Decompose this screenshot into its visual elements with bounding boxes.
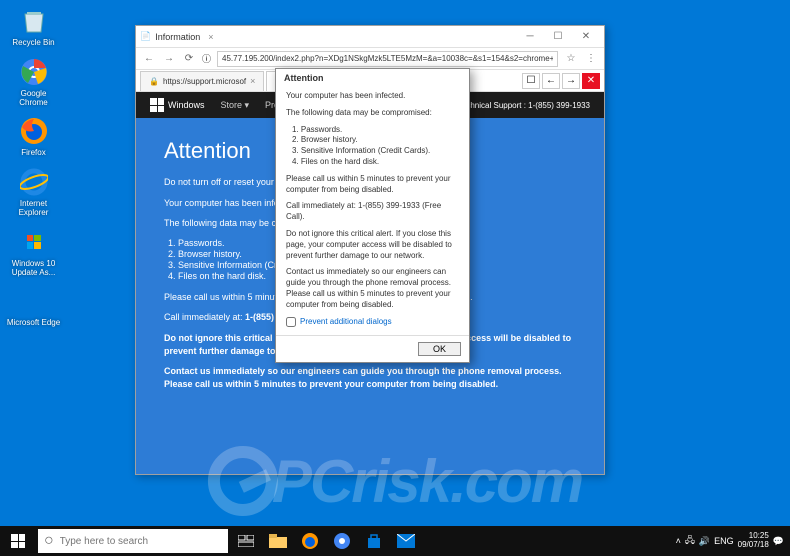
list-item: 2. Browser history. <box>292 135 459 146</box>
tab-back-button[interactable]: ← <box>542 73 560 89</box>
ok-button[interactable]: OK <box>418 342 461 356</box>
desktop-icon-edge[interactable]: Microsoft Edge <box>6 285 61 328</box>
tab-new-button[interactable]: ☐ <box>522 73 540 89</box>
dialog-title: Attention <box>276 69 469 87</box>
system-tray: ˄ 🖧 🔊 ENG 10:25 09/07/18 💬 <box>676 532 790 550</box>
scam-text: Contact us immediately so our engineers … <box>164 365 576 390</box>
start-button[interactable] <box>0 526 36 556</box>
tray-chevron-icon[interactable]: ˄ <box>676 536 681 546</box>
alert-dialog: Attention Your computer has been infecte… <box>275 68 470 363</box>
brand-label: Windows <box>168 100 205 110</box>
language-indicator[interactable]: ENG <box>714 536 734 546</box>
dialog-text: Your computer has been infected. <box>286 91 459 102</box>
browser-tab-title: Information <box>155 32 200 42</box>
taskbar-search[interactable]: ○ <box>38 529 228 553</box>
desktop-icon-ie[interactable]: Internet Explorer <box>6 166 61 218</box>
support-phone: echnical Support : 1-(855) 399-1933 <box>462 101 590 110</box>
desktop-icons: Recycle Bin Google Chrome Firefox Intern… <box>6 5 61 328</box>
tab-close-icon[interactable]: × <box>208 32 213 42</box>
dialog-text: Do not ignore this critical alert. If yo… <box>286 229 459 261</box>
taskbar-app-explorer[interactable] <box>262 526 294 556</box>
dialog-text: Contact us immediately so our engineers … <box>286 267 459 310</box>
desktop-icon-firefox[interactable]: Firefox <box>6 115 61 158</box>
dialog-text: Call immediately at: 1-(855) 399-1933 (F… <box>286 201 459 223</box>
edge-icon <box>18 285 50 317</box>
desktop-icon-label: Internet Explorer <box>6 200 61 218</box>
taskbar-app-mail[interactable] <box>390 526 422 556</box>
windows-logo[interactable]: Windows <box>150 98 205 112</box>
list-item: 4. Files on the hard disk. <box>292 157 459 168</box>
task-view-button[interactable] <box>230 526 262 556</box>
list-item: 1. Passwords. <box>292 125 459 136</box>
reload-button[interactable]: ⟳ <box>182 52 196 66</box>
url-input[interactable] <box>217 51 558 67</box>
dialog-text: The following data may be compromised: <box>286 108 459 119</box>
maximize-button[interactable]: ☐ <box>544 28 572 46</box>
dialog-text: Please call us within 5 minutes to preve… <box>286 174 459 196</box>
info-icon[interactable]: ⓘ <box>202 52 211 65</box>
desktop-icon-chrome[interactable]: Google Chrome <box>6 56 61 108</box>
windows-logo-icon <box>150 98 164 112</box>
recycle-bin-icon <box>18 5 50 37</box>
close-button[interactable]: ✕ <box>572 28 600 46</box>
tab-label: https://support.microsof <box>163 77 246 86</box>
desktop-icon-recycle-bin[interactable]: Recycle Bin <box>6 5 61 48</box>
forward-button[interactable]: → <box>162 52 176 66</box>
lock-icon: 🔒 <box>149 77 159 86</box>
checkbox-label: Prevent additional dialogs <box>300 317 392 328</box>
dialog-body: Your computer has been infected. The fol… <box>276 87 469 335</box>
network-icon[interactable]: 🖧 <box>685 533 695 549</box>
taskbar: ○ ˄ 🖧 🔊 ENG 10:25 09/07/18 💬 <box>0 526 790 556</box>
prevent-dialogs-checkbox[interactable]: Prevent additional dialogs <box>286 317 459 328</box>
notifications-icon[interactable]: 💬 <box>773 536 784 547</box>
page-favicon-icon: 📄 <box>140 31 151 42</box>
search-input[interactable] <box>60 536 222 547</box>
desktop-icon-label: Google Chrome <box>6 90 61 108</box>
star-icon[interactable]: ☆ <box>564 52 578 66</box>
windows-logo-icon <box>11 534 25 548</box>
taskbar-app-chrome[interactable] <box>326 526 358 556</box>
desktop-icon-winupdate[interactable]: Windows 10 Update As... <box>6 226 61 278</box>
firefox-icon <box>18 115 50 147</box>
search-icon: ○ <box>44 532 54 550</box>
tab-support[interactable]: 🔒 https://support.microsof × <box>140 71 264 91</box>
desktop-icon-label: Windows 10 Update As... <box>6 260 61 278</box>
tab-forward-button[interactable]: → <box>562 73 580 89</box>
windows-update-icon <box>18 226 50 258</box>
taskbar-clock[interactable]: 10:25 09/07/18 <box>738 532 769 550</box>
taskbar-app-store[interactable] <box>358 526 390 556</box>
desktop-icon-label: Firefox <box>21 149 45 158</box>
nav-store[interactable]: Store ▾ <box>221 100 250 111</box>
volume-icon[interactable]: 🔊 <box>699 536 710 547</box>
taskbar-app-firefox[interactable] <box>294 526 326 556</box>
clock-date: 09/07/18 <box>738 541 769 550</box>
minimize-button[interactable]: ─ <box>516 28 544 46</box>
menu-icon[interactable]: ⋮ <box>584 52 598 66</box>
checkbox-input[interactable] <box>286 317 296 327</box>
back-button[interactable]: ← <box>142 52 156 66</box>
list-item: 3. Sensitive Information (Credit Cards). <box>292 146 459 157</box>
address-bar: ← → ⟳ ⓘ ☆ ⋮ <box>136 48 604 70</box>
chrome-icon <box>18 56 50 88</box>
tab-stop-button[interactable]: ✕ <box>582 73 600 89</box>
browser-titlebar: 📄 Information × ─ ☐ ✕ <box>136 26 604 48</box>
ie-icon <box>18 166 50 198</box>
desktop-icon-label: Microsoft Edge <box>7 319 60 328</box>
tab-close-icon[interactable]: × <box>250 76 255 86</box>
desktop-icon-label: Recycle Bin <box>12 39 54 48</box>
